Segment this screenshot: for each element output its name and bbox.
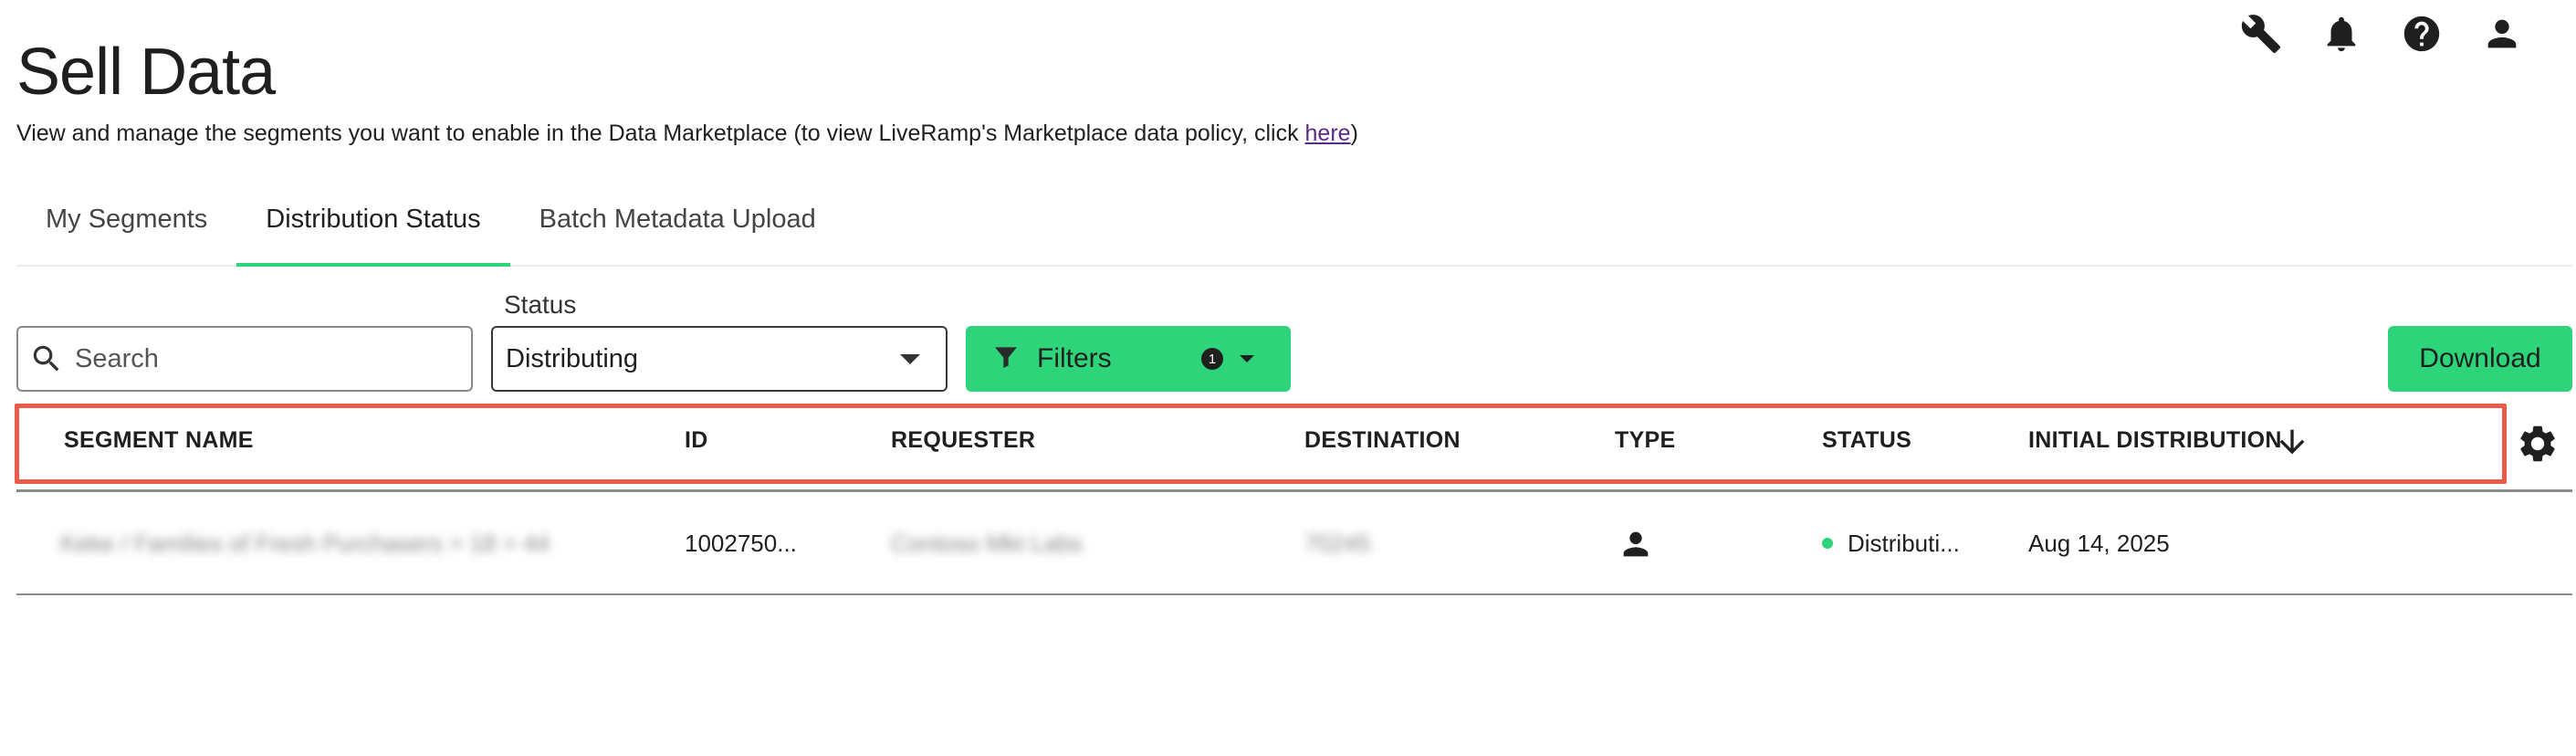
cell-requester: Contoso Mkt Labs bbox=[891, 530, 1083, 557]
tab-batch-metadata-upload[interactable]: Batch Metadata Upload bbox=[510, 192, 845, 265]
page-title: Sell Data bbox=[16, 36, 276, 109]
column-header-initial-distribution[interactable]: INITIAL DISTRIBUTION bbox=[2028, 427, 2282, 454]
status-selected-value: Distributing bbox=[506, 343, 639, 373]
search-icon bbox=[33, 345, 59, 372]
column-header-segment-name[interactable]: SEGMENT NAME bbox=[64, 427, 254, 454]
column-header-id[interactable]: ID bbox=[685, 427, 708, 454]
tab-bar: My Segments Distribution Status Batch Me… bbox=[16, 192, 2572, 267]
arrow-down-icon[interactable] bbox=[2274, 424, 2310, 460]
cell-segment-name: Keke / Families of Fresh Purchasers > 18… bbox=[60, 530, 550, 557]
filter-icon bbox=[991, 342, 1021, 376]
status-dot bbox=[1822, 538, 1833, 549]
account-icon[interactable] bbox=[2477, 9, 2527, 58]
tab-my-segments[interactable]: My Segments bbox=[16, 192, 236, 265]
sell-data-page: Sell Data View and manage the segments y… bbox=[0, 0, 2576, 756]
cell-initial-distribution: Aug 14, 2025 bbox=[2028, 530, 2170, 557]
table-header-divider bbox=[16, 489, 2572, 492]
table-row-divider bbox=[16, 593, 2572, 595]
top-toolbar bbox=[2236, 9, 2527, 58]
subtitle-close: ) bbox=[1350, 121, 1358, 146]
filters-label: Filters bbox=[1037, 343, 1112, 373]
person-icon bbox=[1618, 526, 1654, 562]
column-header-destination[interactable]: DESTINATION bbox=[1304, 427, 1461, 454]
column-header-type[interactable]: TYPE bbox=[1615, 427, 1676, 454]
chevron-down-icon bbox=[900, 353, 920, 364]
download-button[interactable]: Download bbox=[2388, 326, 2572, 392]
status-dropdown[interactable]: Distributing bbox=[491, 326, 948, 392]
column-header-requester[interactable]: REQUESTER bbox=[891, 427, 1035, 454]
chevron-down-icon bbox=[1240, 355, 1254, 362]
wrench-icon[interactable] bbox=[2236, 9, 2286, 58]
status-label: Status bbox=[504, 290, 577, 319]
filters-count-badge: 1 bbox=[1201, 348, 1223, 370]
column-header-status[interactable]: STATUS bbox=[1822, 427, 1911, 454]
gear-icon[interactable] bbox=[2516, 422, 2560, 466]
search-box[interactable] bbox=[16, 326, 473, 392]
cell-id: 1002750... bbox=[685, 530, 797, 557]
cell-status: Distributi... bbox=[1848, 530, 1960, 557]
cell-destination: 70245 bbox=[1304, 530, 1371, 557]
policy-link[interactable]: here bbox=[1305, 121, 1351, 146]
bell-icon[interactable] bbox=[2317, 9, 2366, 58]
tab-distribution-status[interactable]: Distribution Status bbox=[236, 192, 510, 267]
search-input[interactable] bbox=[75, 343, 458, 374]
page-subtitle: View and manage the segments you want to… bbox=[16, 121, 1358, 147]
help-icon[interactable] bbox=[2397, 9, 2446, 58]
subtitle-text: View and manage the segments you want to… bbox=[16, 121, 1305, 146]
filters-button[interactable]: Filters 1 bbox=[966, 326, 1291, 392]
